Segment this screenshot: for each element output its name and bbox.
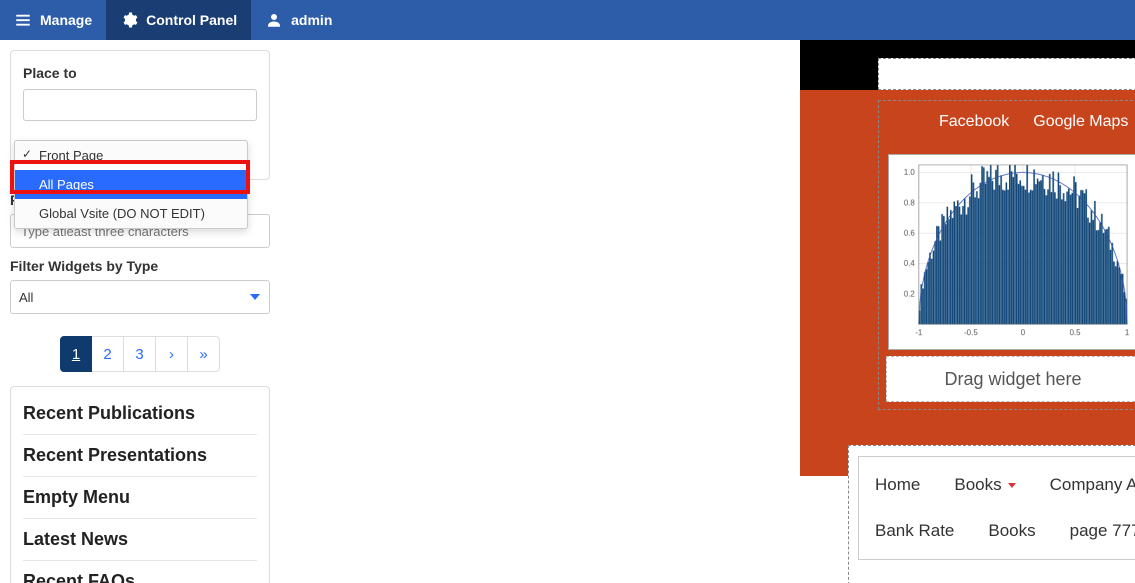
widget-recent-publications[interactable]: Recent Publications — [23, 393, 257, 435]
user-icon — [265, 11, 283, 29]
filter-type-label: Filter Widgets by Type — [10, 258, 270, 274]
nav-manage[interactable]: Manage — [0, 0, 106, 40]
menu-bank-rate[interactable]: Bank Rate — [875, 513, 954, 549]
place-to-label: Place to — [23, 65, 257, 81]
widget-empty-menu[interactable]: Empty Menu — [23, 477, 257, 519]
widget-recent-presentations[interactable]: Recent Presentations — [23, 435, 257, 477]
dropdown-item-front-page[interactable]: Front Page — [15, 141, 247, 170]
widget-latest-news[interactable]: Latest News — [23, 519, 257, 561]
pagination: 1 2 3 › » — [60, 336, 270, 372]
sidebar: Place to Create New Widget Front Page Al… — [0, 40, 280, 583]
nav-user[interactable]: admin — [251, 0, 346, 40]
place-to-select[interactable] — [23, 89, 257, 121]
layout-canvas: Facebook Google Maps Drag widget here Ho… — [280, 40, 1135, 583]
dropdown-item-global-vsite[interactable]: Global Vsite (DO NOT EDIT) — [15, 199, 247, 228]
page-next[interactable]: › — [156, 336, 188, 372]
top-navbar: Manage Control Panel admin — [0, 0, 1135, 40]
nav-manage-label: Manage — [40, 12, 92, 28]
menu-row-1: Home Books Company A Other Apps Public — [875, 467, 1135, 503]
place-to-dropdown: Front Page All Pages Global Vsite (DO NO… — [14, 140, 248, 229]
dropdown-item-all-pages[interactable]: All Pages — [15, 170, 247, 199]
page-3[interactable]: 3 — [124, 336, 156, 372]
menu-home[interactable]: Home — [875, 467, 920, 503]
nav-user-label: admin — [291, 12, 332, 28]
page-1[interactable]: 1 — [60, 336, 92, 372]
header-dropzone[interactable] — [878, 58, 1135, 90]
hamburger-icon — [14, 11, 32, 29]
tab-facebook[interactable]: Facebook — [939, 113, 1009, 131]
menu-row-2: Bank Rate Books page 777 testwebp — [875, 513, 1135, 549]
widget-recent-faqs[interactable]: Recent FAQs — [23, 561, 257, 583]
nav-control-panel-label: Control Panel — [146, 12, 237, 28]
chevron-down-icon — [1008, 483, 1016, 488]
menu-books-2[interactable]: Books — [988, 513, 1035, 549]
menu-page-777[interactable]: page 777 — [1070, 513, 1135, 549]
nav-control-panel[interactable]: Control Panel — [106, 0, 251, 40]
nav-menu-widget[interactable]: Home Books Company A Other Apps Public B… — [858, 456, 1135, 560]
page-last[interactable]: » — [188, 336, 220, 372]
filter-type-select[interactable]: All — [10, 280, 270, 314]
page-2[interactable]: 2 — [92, 336, 124, 372]
chart-canvas — [889, 155, 1135, 349]
tab-google-maps[interactable]: Google Maps — [1033, 113, 1128, 131]
drag-widget-here[interactable]: Drag widget here — [886, 356, 1135, 402]
gear-icon — [120, 11, 138, 29]
menu-books[interactable]: Books — [954, 467, 1015, 503]
chart-widget[interactable] — [888, 154, 1135, 350]
widget-list: Recent Publications Recent Presentations… — [10, 386, 270, 583]
menu-company-a[interactable]: Company A — [1050, 467, 1135, 503]
widget-tabs: Facebook Google Maps — [879, 101, 1135, 141]
